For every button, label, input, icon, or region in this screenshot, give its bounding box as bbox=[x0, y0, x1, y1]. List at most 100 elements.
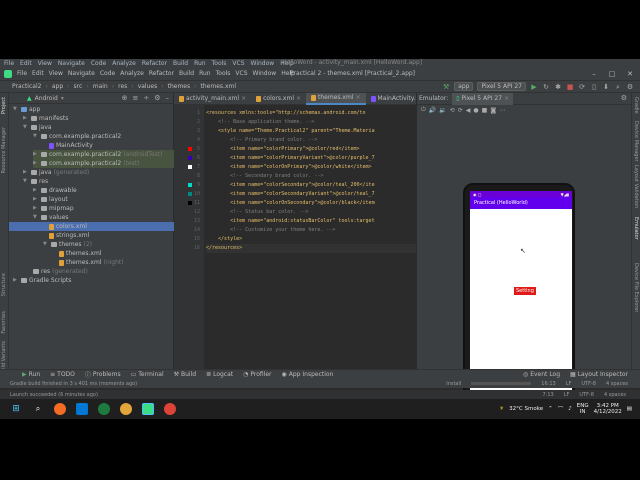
tool-device-file-explorer[interactable]: Device File Explorer bbox=[633, 263, 639, 312]
tool-resource-manager[interactable]: Resource Manager bbox=[1, 127, 7, 173]
outer-menu-window[interactable]: Window bbox=[251, 60, 275, 67]
outer-menu-vcs[interactable]: VCS bbox=[232, 60, 244, 67]
language-indicator[interactable]: ENG IN bbox=[577, 403, 589, 415]
hide-icon[interactable]: – bbox=[166, 94, 170, 102]
outer-menu-file[interactable]: File bbox=[4, 60, 14, 67]
speaker-icon[interactable]: ♪ bbox=[568, 406, 572, 412]
crumb-res[interactable]: res bbox=[118, 83, 127, 90]
tool-profiler[interactable]: ◔ Profiler bbox=[243, 371, 271, 378]
tool-structure[interactable]: Structure bbox=[1, 273, 7, 296]
run-config-select[interactable]: app bbox=[454, 82, 474, 91]
gear-icon[interactable]: ⚙ bbox=[621, 94, 627, 102]
crumb-main[interactable]: main bbox=[93, 83, 108, 90]
tree-item-mipmap[interactable]: ▶ mipmap bbox=[33, 204, 74, 213]
menu-code[interactable]: Code bbox=[100, 70, 115, 77]
sdk-manager-icon[interactable]: ⬇ bbox=[602, 83, 610, 91]
tree-item-java[interactable]: ▼ java bbox=[23, 123, 52, 132]
maximize-icon[interactable]: □ bbox=[602, 67, 622, 81]
crumb-src[interactable]: src bbox=[74, 83, 83, 90]
outer-menu-code[interactable]: Code bbox=[91, 60, 106, 67]
debug-icon[interactable]: ✱ bbox=[554, 83, 562, 91]
code-line-current[interactable]: </resources> bbox=[206, 244, 416, 253]
tool-gradle[interactable]: Gradle bbox=[633, 97, 639, 114]
clock[interactable]: 3:42 PM 4/12/2022 bbox=[594, 403, 622, 415]
color-swatch-red[interactable] bbox=[188, 147, 192, 151]
search-icon[interactable]: ⌕ bbox=[614, 83, 622, 91]
menu-build[interactable]: Build bbox=[179, 70, 194, 77]
tree-item-mainactivity[interactable]: MainActivity bbox=[49, 141, 93, 150]
close-tab-icon[interactable]: × bbox=[356, 92, 361, 104]
weather-text[interactable]: 32°C Smoke bbox=[509, 406, 543, 412]
code-line[interactable]: <!-- Base application theme. --> bbox=[206, 118, 314, 127]
crumb-project[interactable]: Practical2 bbox=[12, 83, 41, 90]
run-icon[interactable]: ▶ bbox=[530, 83, 538, 91]
tree-item-package-test[interactable]: ▶ com.example.practical2 (test) bbox=[33, 159, 174, 168]
chrome-profile-icon[interactable] bbox=[164, 403, 176, 415]
status-encoding[interactable]: UTF-8 bbox=[581, 381, 596, 387]
menu-refactor[interactable]: Refactor bbox=[149, 70, 174, 77]
status2-position[interactable]: 7:13 bbox=[542, 392, 553, 398]
close-tab-icon[interactable]: × bbox=[296, 93, 301, 105]
code-line[interactable]: <item name="colorPrimary">@color/red</it… bbox=[206, 145, 359, 154]
screenshot-icon[interactable]: ◙ bbox=[490, 107, 496, 114]
color-swatch-purple[interactable] bbox=[188, 156, 192, 160]
status2-encoding[interactable]: UTF-8 bbox=[579, 392, 594, 398]
tree-item-package[interactable]: ▼ com.example.practical2 bbox=[33, 132, 121, 141]
outer-menu-analyze[interactable]: Analyze bbox=[112, 60, 136, 67]
close-icon[interactable]: ✕ bbox=[620, 67, 640, 81]
rotate-right-icon[interactable]: ⟳ bbox=[458, 107, 463, 114]
locate-icon[interactable]: ⊕ bbox=[122, 94, 128, 102]
menu-run[interactable]: Run bbox=[199, 70, 211, 77]
code-line[interactable]: <resources xmlns:tools="http://schemas.a… bbox=[206, 109, 366, 118]
outer-menu-edit[interactable]: Edit bbox=[20, 60, 32, 67]
color-swatch-teal-200[interactable] bbox=[188, 183, 192, 187]
code-line[interactable]: <item name="colorOnPrimary">@color/white… bbox=[206, 163, 372, 172]
code-line[interactable]: <!-- Secondary brand color. --> bbox=[206, 172, 323, 181]
status2-message[interactable]: Launch succeeded (6 minutes ago) bbox=[10, 392, 98, 398]
status-position[interactable]: 16:13 bbox=[541, 381, 555, 387]
code-editor[interactable]: 1 2 3 4 5 6 7 8 9 10 11 12 13 14 15 16 <… bbox=[174, 105, 416, 377]
code-line[interactable]: <!-- Primary brand color. --> bbox=[206, 136, 317, 145]
tree-item-themes-folder[interactable]: ▼ themes (2) bbox=[43, 240, 92, 249]
menu-tools[interactable]: Tools bbox=[216, 70, 231, 77]
status-line-sep[interactable]: LF bbox=[566, 381, 572, 387]
code-line[interactable]: <style name="Theme.Practical2" parent="T… bbox=[206, 127, 375, 136]
tool-todo[interactable]: ≡ TODO bbox=[50, 371, 75, 378]
chevron-down-icon[interactable]: ▾ bbox=[61, 95, 64, 102]
tool-device-manager[interactable]: Device Manager bbox=[633, 121, 639, 162]
crumb-themes-xml[interactable]: themes.xml bbox=[201, 83, 236, 90]
menu-view[interactable]: View bbox=[49, 70, 63, 77]
minimize-icon[interactable]: – bbox=[584, 67, 604, 81]
edge-icon[interactable] bbox=[98, 403, 110, 415]
tool-emulator[interactable]: Emulator bbox=[633, 217, 639, 240]
close-tab-icon[interactable]: × bbox=[504, 93, 509, 105]
tray-chevron-icon[interactable]: ⌃ bbox=[548, 406, 553, 412]
file-explorer-icon[interactable] bbox=[76, 403, 88, 415]
gear-icon[interactable]: ⚙ bbox=[154, 94, 160, 102]
status2-indent[interactable]: 4 spaces bbox=[604, 392, 626, 398]
tree-item-res-generated[interactable]: res (generated) bbox=[33, 267, 88, 276]
code-line[interactable]: <item name="colorSecondary">@color/teal_… bbox=[206, 181, 375, 190]
status-install[interactable]: Install bbox=[446, 381, 461, 387]
menu-file[interactable]: File bbox=[17, 70, 27, 77]
device-manager-icon[interactable]: ▯ bbox=[590, 83, 598, 91]
windows-start-icon[interactable]: ⊞ bbox=[10, 403, 22, 415]
chrome-icon[interactable] bbox=[120, 403, 132, 415]
volume-up-icon[interactable]: 🔊 bbox=[429, 107, 436, 114]
menu-edit[interactable]: Edit bbox=[32, 70, 44, 77]
network-icon[interactable]: ⌒ bbox=[558, 405, 564, 413]
crumb-app[interactable]: app bbox=[52, 83, 63, 90]
color-swatch-teal-700[interactable] bbox=[188, 192, 192, 196]
tree-item-layout[interactable]: ▶ layout bbox=[33, 195, 68, 204]
tab-emulator-device[interactable]: ▯ Pixel 5 API 27 × bbox=[452, 92, 514, 105]
expand-icon[interactable]: ÷ bbox=[143, 94, 149, 102]
tool-project[interactable]: Project bbox=[1, 97, 7, 114]
stop-icon[interactable]: ■ bbox=[566, 83, 574, 91]
close-tab-icon[interactable]: × bbox=[241, 93, 246, 105]
device-select[interactable]: Pixel 5 API 27 bbox=[477, 82, 526, 91]
rotate-left-icon[interactable]: ⟲ bbox=[450, 107, 455, 114]
tree-item-drawable[interactable]: ▶ drawable bbox=[33, 186, 77, 195]
status-indent[interactable]: 4 spaces bbox=[606, 381, 628, 387]
collapse-icon[interactable]: ≡ bbox=[132, 94, 138, 102]
more-icon[interactable]: ⋯ bbox=[499, 107, 505, 114]
